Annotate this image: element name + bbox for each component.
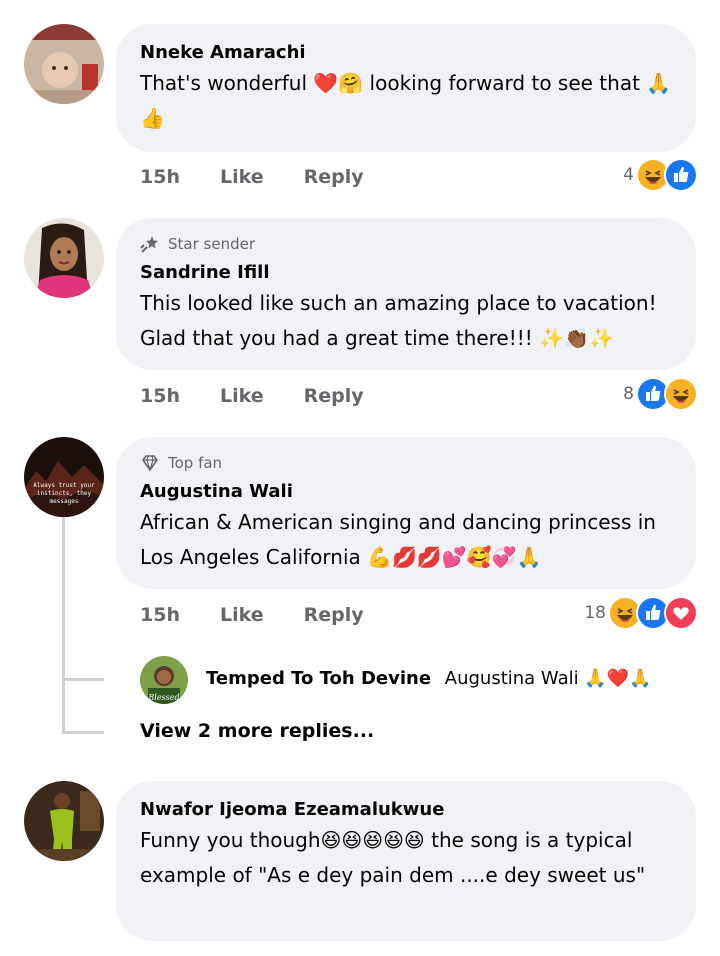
reaction-summary[interactable]: 18 xyxy=(584,596,698,630)
avatar-temped-to-toh-devine[interactable]: Blessed xyxy=(140,656,188,704)
comments-section: Nneke Amarachi That's wonderful ❤️🤗 look… xyxy=(0,0,720,956)
svg-text:Always trust your: Always trust your xyxy=(33,482,95,489)
like-button[interactable]: Like xyxy=(220,385,264,407)
badge-label: Star sender xyxy=(168,235,255,253)
reaction-summary[interactable]: 8 xyxy=(623,377,698,411)
svg-text:messages: messages xyxy=(50,498,79,505)
reply-button[interactable]: Reply xyxy=(304,385,364,407)
comment-author[interactable]: Nneke Amarachi xyxy=(140,40,672,66)
comment-actions: 15h Like Reply xyxy=(140,385,364,407)
avatar-augustina-wali[interactable]: Always trust your instincts, they messag… xyxy=(24,437,104,517)
comment-bubble: Top fan Augustina Wali African & America… xyxy=(116,437,696,589)
comment-time[interactable]: 15h xyxy=(140,604,180,626)
reply-preview[interactable]: Temped To Toh Devine Augustina Wali 🙏❤️🙏 xyxy=(206,666,652,692)
like-reaction-icon xyxy=(664,158,698,192)
comment-bubble: Nneke Amarachi That's wonderful ❤️🤗 look… xyxy=(116,24,696,152)
reaction-count: 4 xyxy=(623,165,634,185)
reaction-summary[interactable]: 4 xyxy=(623,158,698,192)
comment-bubble: Star sender Sandrine Ifill This looked l… xyxy=(116,218,696,370)
avatar-nneke-amarachi[interactable] xyxy=(24,24,104,104)
badge-line: Top fan xyxy=(140,453,672,473)
svg-text:instincts, they: instincts, they xyxy=(37,490,92,497)
comment-time[interactable]: 15h xyxy=(140,385,180,407)
thread-branch xyxy=(62,731,104,734)
comment-text: African & American singing and dancing p… xyxy=(140,510,656,569)
comment-text: That's wonderful ❤️🤗 looking forward to … xyxy=(140,71,672,130)
diamond-icon xyxy=(142,455,158,472)
comment-author[interactable]: Nwafor Ijeoma Ezeamalukwue xyxy=(140,797,672,823)
reply-author[interactable]: Temped To Toh Devine xyxy=(206,668,431,689)
comment-bubble: Nwafor Ijeoma Ezeamalukwue Funny you tho… xyxy=(116,781,696,941)
reaction-count: 8 xyxy=(623,384,634,404)
comment-author[interactable]: Sandrine Ifill xyxy=(140,260,672,286)
thread-connector xyxy=(62,517,65,733)
comment-actions: 15h Like Reply xyxy=(140,166,364,188)
haha-reaction-icon xyxy=(664,377,698,411)
reply-text: Augustina Wali 🙏❤️🙏 xyxy=(444,668,652,689)
comment-actions: 15h Like Reply xyxy=(140,604,364,626)
badge-label: Top fan xyxy=(168,454,223,472)
star-sender-icon xyxy=(140,236,158,253)
avatar-sandrine-ifill[interactable] xyxy=(24,218,104,298)
comment-time[interactable]: 15h xyxy=(140,166,180,188)
reply-button[interactable]: Reply xyxy=(304,166,364,188)
view-more-replies-button[interactable]: View 2 more replies... xyxy=(140,720,374,742)
thread-branch xyxy=(62,678,104,681)
comment-author[interactable]: Augustina Wali xyxy=(140,479,672,505)
reply-button[interactable]: Reply xyxy=(304,604,364,626)
avatar-nwafor-ijeoma[interactable] xyxy=(24,781,104,861)
love-reaction-icon xyxy=(664,596,698,630)
like-button[interactable]: Like xyxy=(220,604,264,626)
svg-text:Blessed: Blessed xyxy=(147,693,179,702)
comment-text: Funny you though😆😆😆😆😆 the song is a typi… xyxy=(140,828,646,887)
badge-line: Star sender xyxy=(140,234,672,254)
like-button[interactable]: Like xyxy=(220,166,264,188)
comment-text: This looked like such an amazing place t… xyxy=(140,291,657,350)
reaction-count: 18 xyxy=(584,603,606,623)
